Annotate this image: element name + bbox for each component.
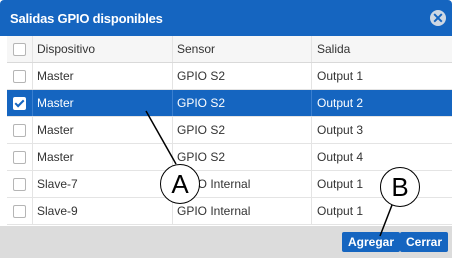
device-cell: Master — [33, 63, 173, 89]
output-cell: Output 4 — [317, 150, 364, 164]
column-header-output[interactable]: Salida — [312, 36, 452, 62]
row-checkbox-cell — [7, 144, 33, 170]
row-checkbox-cell — [7, 198, 33, 224]
row-checkbox[interactable] — [13, 124, 26, 137]
sensor-cell: GPIO S2 — [173, 90, 312, 116]
dialog-titlebar: Salidas GPIO disponibles ✕ — [0, 0, 452, 36]
device-cell: Slave-7 — [33, 171, 173, 197]
row-checkbox[interactable] — [13, 205, 26, 218]
row-checkbox[interactable] — [13, 178, 26, 191]
close-button[interactable]: Cerrar — [400, 232, 449, 252]
row-checkbox-cell — [7, 171, 33, 197]
table-row[interactable]: Master GPIO S2 Output 3 — [7, 117, 452, 144]
output-cell: Output 3 — [317, 123, 364, 137]
sensor-cell: GPIO Internal — [173, 198, 312, 224]
column-header-sensor[interactable]: Sensor — [173, 36, 312, 62]
gpio-outputs-dialog: Salidas GPIO disponibles ✕ Dispositivo S… — [0, 0, 452, 258]
sensor-cell: GPIO S2 — [173, 63, 312, 89]
table-row-selected[interactable]: Master GPIO S2 Output 2 — [7, 90, 452, 117]
output-cell: Output 1 — [317, 204, 364, 218]
table-row[interactable]: Slave-9 GPIO Internal Output 1 — [7, 198, 452, 225]
device-cell: Master — [33, 144, 173, 170]
column-header-device[interactable]: Dispositivo — [33, 36, 173, 62]
output-cell: Output 2 — [317, 96, 364, 110]
output-cell: Output 1 — [317, 69, 364, 83]
row-checkbox[interactable] — [13, 70, 26, 83]
row-checkbox-cell — [7, 117, 33, 143]
row-checkbox-checked[interactable] — [13, 97, 26, 110]
select-all-checkbox[interactable] — [13, 43, 26, 56]
table-row[interactable]: Master GPIO S2 Output 1 — [7, 63, 452, 90]
sensor-cell: GPIO S2 — [173, 144, 312, 170]
dialog-title: Salidas GPIO disponibles — [10, 11, 163, 26]
close-icon[interactable]: ✕ — [430, 10, 446, 26]
row-checkbox-cell — [7, 63, 33, 89]
callout-b: B — [380, 167, 420, 207]
sensor-cell: GPIO S2 — [173, 117, 312, 143]
row-checkbox[interactable] — [13, 151, 26, 164]
add-button[interactable]: Agregar — [342, 232, 401, 252]
table-header-row: Dispositivo Sensor Salida — [7, 36, 452, 63]
callout-a: A — [160, 164, 200, 204]
row-checkbox-cell — [7, 90, 33, 116]
select-all-cell — [7, 36, 33, 62]
device-cell: Master — [33, 90, 173, 116]
dialog-footer: Agregar Cerrar — [0, 226, 452, 258]
table-row[interactable]: Master GPIO S2 Output 4 — [7, 144, 452, 171]
device-cell: Slave-9 — [33, 198, 173, 224]
device-cell: Master — [33, 117, 173, 143]
